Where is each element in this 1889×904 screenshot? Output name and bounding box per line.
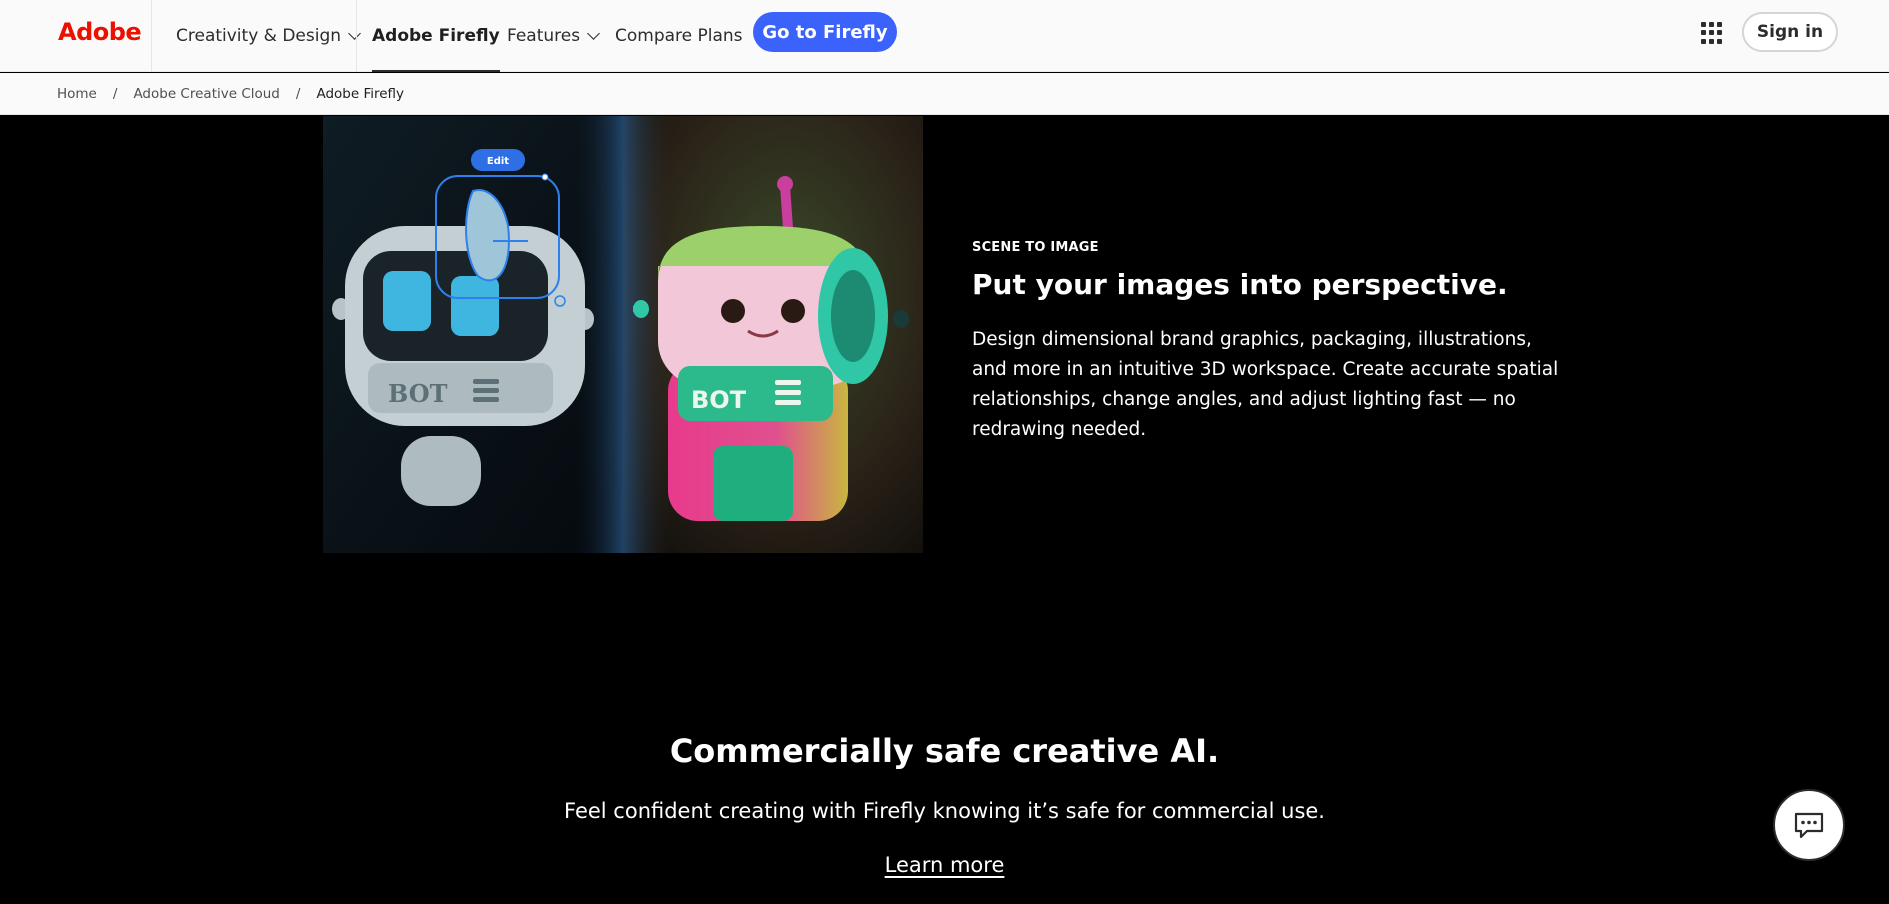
feature-eyebrow: SCENE TO IMAGE	[972, 240, 1099, 255]
feature-description: Design dimensional brand graphics, packa…	[972, 329, 1559, 440]
breadcrumb-creative-cloud[interactable]: Adobe Creative Cloud	[133, 86, 279, 102]
section-title: Commercially safe creative AI.	[669, 732, 1220, 770]
chat-button[interactable]	[1773, 789, 1845, 861]
nav-features-label: Features	[507, 26, 581, 46]
nav-compare-plans[interactable]: Compare Plans	[615, 0, 743, 72]
go-to-firefly-button[interactable]: Go to Firefly	[753, 12, 897, 52]
chevron-down-icon	[587, 27, 600, 40]
breadcrumb-current: Adobe Firefly	[316, 85, 405, 102]
nav-creativity-design[interactable]: Creativity & Design	[176, 0, 361, 72]
svg-text:BOT: BOT	[388, 379, 448, 408]
section-description: Feel confident creating with Firefly kno…	[564, 799, 1325, 823]
svg-text:Edit: Edit	[487, 156, 509, 167]
nav-divider	[356, 0, 357, 72]
learn-more-link[interactable]: Learn more	[885, 853, 1005, 877]
app-grid-icon[interactable]	[1701, 22, 1723, 44]
breadcrumb-home[interactable]: Home	[57, 86, 97, 102]
breadcrumb-separator: /	[112, 85, 118, 102]
nav-divider	[151, 0, 152, 72]
nav-creativity-design-label: Creativity & Design	[176, 26, 342, 46]
nav-adobe-firefly[interactable]: Adobe Firefly	[372, 0, 500, 72]
adobe-logo[interactable]: Adobe	[58, 18, 142, 46]
chat-bubble-icon	[1794, 812, 1824, 839]
svg-text:BOT: BOT	[691, 386, 747, 414]
top-navigation: Adobe Creativity & Design Adobe Firefly …	[0, 0, 1889, 72]
chevron-down-icon	[348, 27, 361, 40]
nav-features[interactable]: Features	[507, 0, 600, 72]
sign-in-button[interactable]: Sign in	[1742, 12, 1838, 52]
learn-more-container: Learn more	[0, 853, 1889, 877]
scene-to-image-illustration: BOT Edit BOT	[323, 116, 923, 553]
breadcrumb: Home / Adobe Creative Cloud / Adobe Fire…	[0, 73, 1889, 115]
breadcrumb-separator: /	[295, 85, 301, 102]
feature-title: Put your images into perspective.	[972, 268, 1508, 301]
